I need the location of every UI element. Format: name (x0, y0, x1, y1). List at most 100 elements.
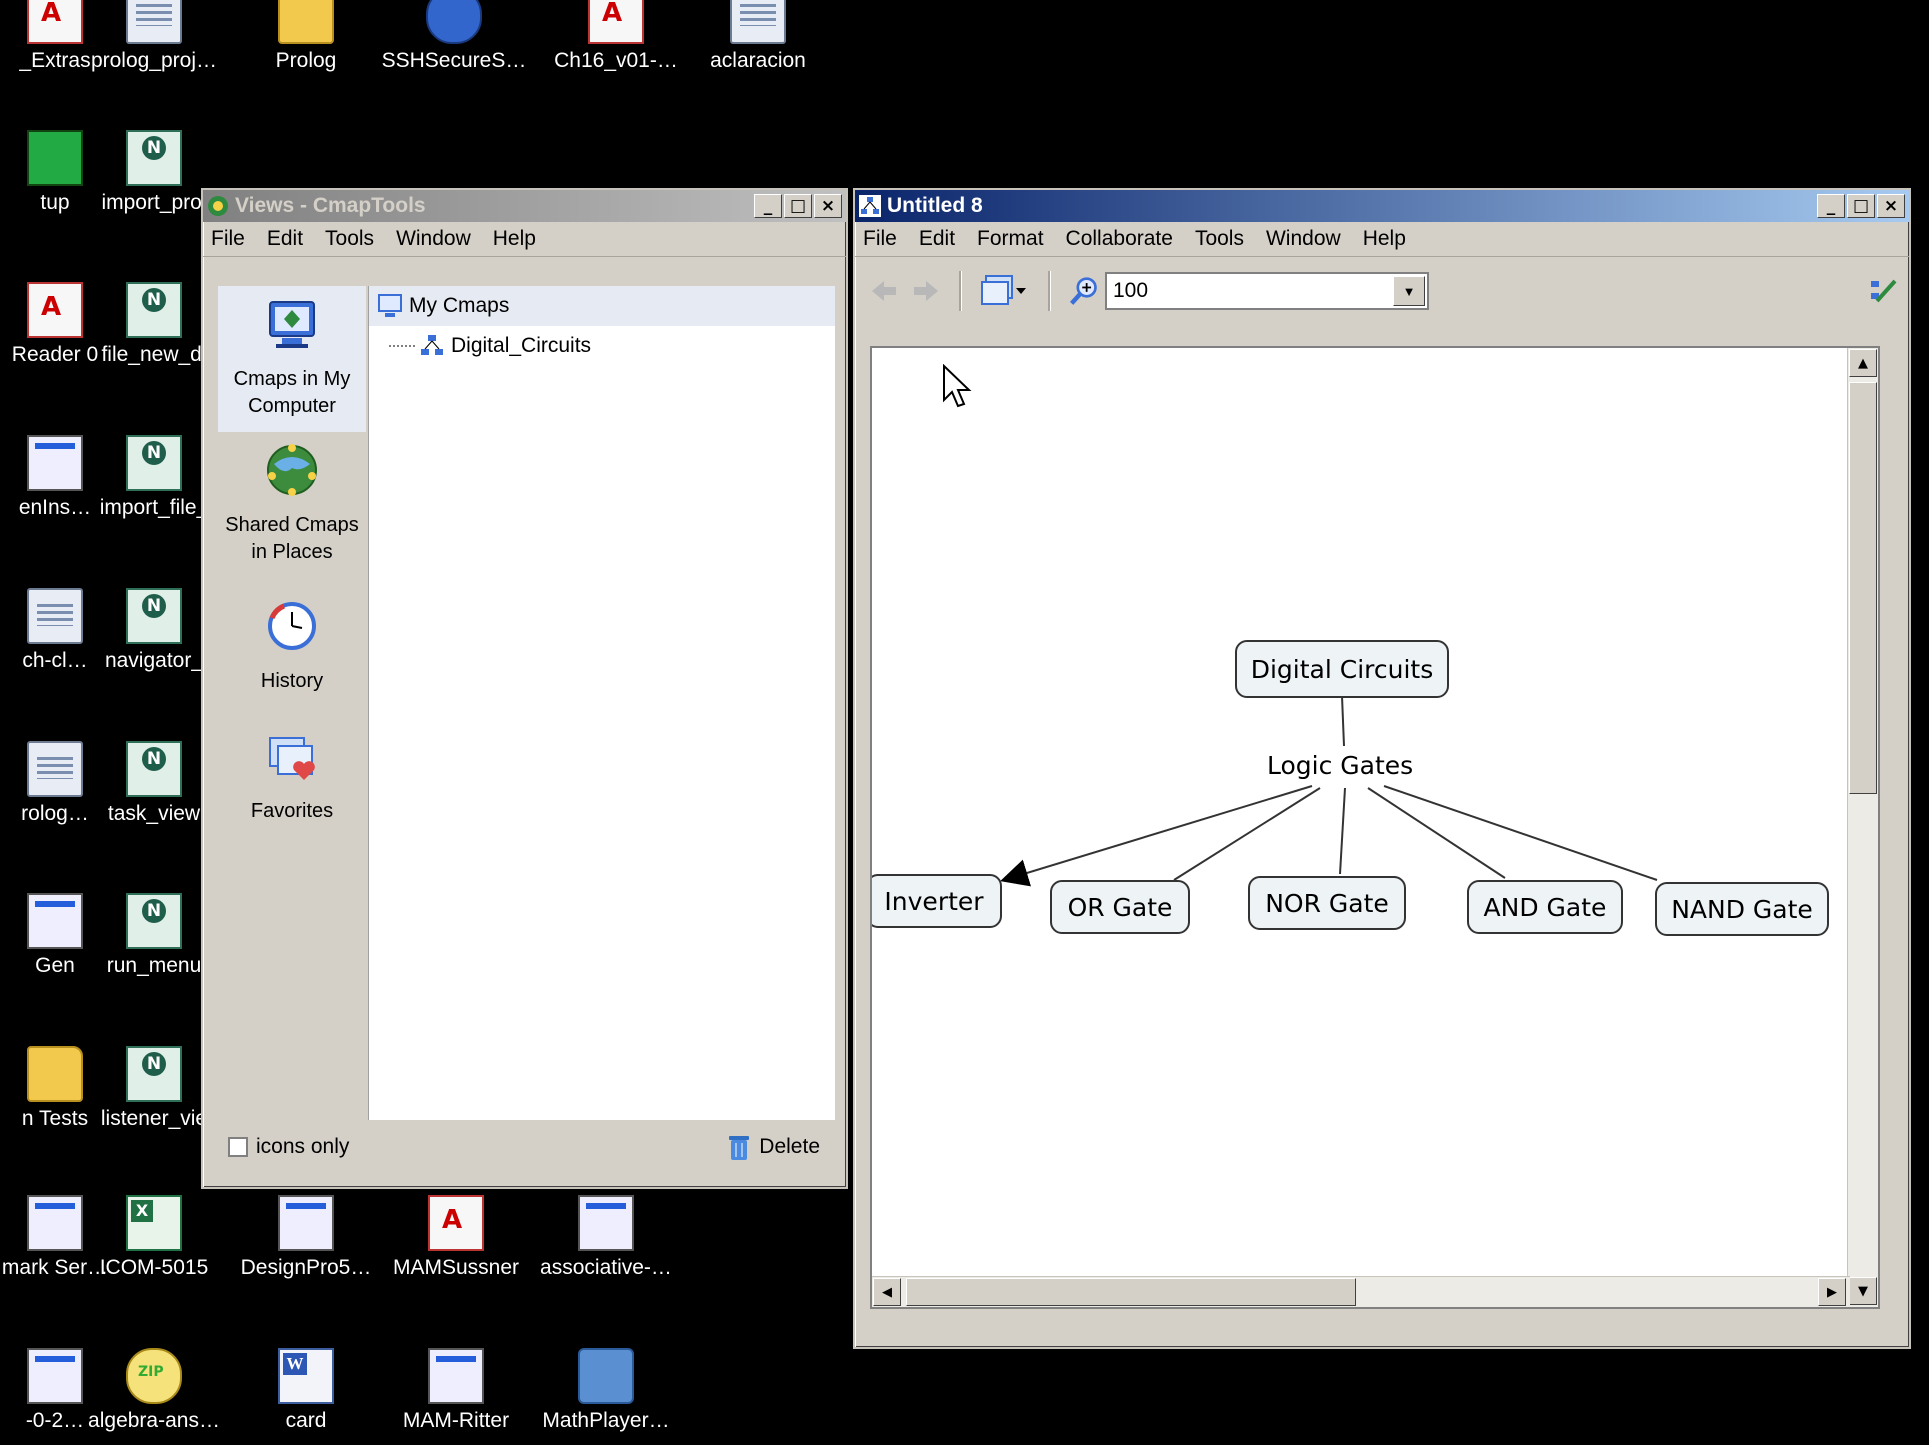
cmap-file-icon (421, 335, 443, 355)
desktop-icon-label: card (285, 1409, 327, 1432)
app-file-icon (428, 1348, 484, 1404)
desktop-icon[interactable]: MAM-Ritter (381, 1348, 531, 1434)
menu-collaborate[interactable]: Collaborate (1066, 227, 1173, 251)
edit-style-icon[interactable] (1869, 276, 1899, 306)
concept-and-gate[interactable]: AND Gate (1467, 880, 1623, 934)
maximize-button[interactable]: □ (784, 194, 812, 218)
concept-nor-gate[interactable]: NOR Gate (1248, 876, 1406, 930)
desktop-icon[interactable]: card (231, 1348, 381, 1434)
menu-file[interactable]: File (211, 227, 245, 251)
chevron-down-icon[interactable]: ▼ (1393, 276, 1425, 306)
menu-tools[interactable]: Tools (1195, 227, 1244, 251)
desktop-icon-label: Ch16_v01-… (554, 49, 678, 72)
map-titlebar[interactable]: Untitled 8 _ □ × (855, 190, 1909, 222)
desktop-icon-label: SSHSecureS… (381, 49, 527, 72)
word-file-icon (278, 1348, 334, 1404)
maximize-button[interactable]: □ (1847, 194, 1875, 218)
my-cmaps-icon (378, 294, 402, 317)
doc-file-icon (730, 0, 786, 44)
forward-arrow-icon[interactable] (911, 276, 941, 306)
concept-or-gate[interactable]: OR Gate (1050, 880, 1190, 934)
menu-help[interactable]: Help (1363, 227, 1406, 251)
folder-file-icon (27, 1046, 83, 1102)
nav-favorites[interactable]: Favorites (218, 718, 366, 858)
delete-button[interactable]: Delete (727, 1132, 820, 1162)
linking-phrase-logic-gates[interactable]: Logic Gates (1267, 751, 1414, 780)
setup-file-icon (27, 130, 83, 186)
desktop-icon[interactable]: MAMSussner (381, 1195, 531, 1281)
close-button[interactable]: × (814, 194, 842, 218)
computer-icon (269, 301, 315, 348)
scroll-up-icon[interactable]: ▲ (1849, 349, 1877, 377)
desktop-icon-label: ICOM-5015 (99, 1256, 209, 1279)
link-root-to-phrase (1341, 695, 1345, 747)
zip-file-icon (126, 1348, 182, 1404)
desktop-icon[interactable]: Prolog (231, 0, 381, 74)
app-file-icon (27, 1348, 83, 1404)
desktop-icon-label: MathPlayer… (542, 1409, 670, 1432)
net-file-icon (126, 282, 182, 338)
menu-file[interactable]: File (863, 227, 897, 251)
icons-only-checkbox[interactable] (228, 1137, 248, 1157)
views-menubar: File Edit Tools Window Help (203, 222, 846, 257)
app-file-icon (578, 1195, 634, 1251)
scroll-left-icon[interactable]: ◀ (873, 1278, 901, 1306)
clock-icon (268, 602, 316, 650)
scroll-down-icon[interactable]: ▼ (1849, 1277, 1877, 1305)
nav-label: History (260, 670, 324, 692)
menu-format[interactable]: Format (977, 227, 1044, 251)
close-button[interactable]: × (1877, 194, 1905, 218)
nav-shared-cmaps-in-places[interactable]: Shared Cmaps in Places (218, 432, 366, 588)
map-canvas[interactable]: Digital Circuits Logic Gates Inverter OR… (870, 346, 1880, 1309)
horizontal-scroll-thumb[interactable] (906, 1278, 1356, 1306)
favorites-icon (269, 737, 315, 780)
views-left-nav: Cmaps in My Computer Shared Cmaps in Pla… (218, 286, 366, 1120)
minimize-button[interactable]: _ (1817, 194, 1845, 218)
trash-icon (729, 1136, 750, 1160)
vertical-scroll-thumb[interactable] (1849, 382, 1877, 794)
horizontal-scrollbar[interactable]: ◀ ▶ (872, 1276, 1850, 1307)
back-arrow-icon[interactable] (869, 276, 899, 306)
tree-root-label: My Cmaps (409, 294, 510, 317)
vertical-scrollbar[interactable]: ▲ ▼ (1847, 348, 1878, 1307)
pdf-file-icon (27, 282, 83, 338)
nav-history[interactable]: History (218, 588, 366, 718)
menu-edit[interactable]: Edit (919, 227, 955, 251)
desktop-icon-label: DesignPro5… (240, 1256, 372, 1279)
map-window-title: Untitled 8 (887, 194, 983, 217)
concept-digital-circuits[interactable]: Digital Circuits (1235, 640, 1449, 698)
tree-item-digital-circuits[interactable]: Digital_Circuits (369, 326, 835, 366)
desktop-icon[interactable]: algebra-ans… (79, 1348, 229, 1434)
nav-cmaps-in-my-computer[interactable]: Cmaps in My Computer (218, 286, 366, 432)
minimize-button[interactable]: _ (754, 194, 782, 218)
views-titlebar[interactable]: Views - CmapTools _ □ × (203, 190, 846, 222)
desktop-icon[interactable]: MathPlayer… (531, 1348, 681, 1434)
menu-tools[interactable]: Tools (325, 227, 374, 251)
tree-child-label: Digital_Circuits (451, 334, 592, 357)
app-file-icon (27, 1195, 83, 1251)
concept-inverter[interactable]: Inverter (872, 874, 1002, 928)
scroll-right-icon[interactable]: ▶ (1818, 1278, 1846, 1306)
views-window: Views - CmapTools _ □ × File Edit Tools … (201, 188, 848, 1189)
tree-item-my-cmaps[interactable]: My Cmaps (369, 286, 835, 326)
concept-nand-gate[interactable]: NAND Gate (1655, 882, 1829, 936)
pdf-file-icon (588, 0, 644, 44)
menu-window[interactable]: Window (396, 227, 471, 251)
desktop-icon[interactable]: ICOM-5015 (79, 1195, 229, 1281)
nav-label: Shared Cmaps in Places (225, 514, 359, 563)
view-options-icon[interactable] (980, 275, 1030, 306)
toolbar-separator (959, 271, 962, 311)
desktop-icon-label: MAM-Ritter (402, 1409, 510, 1432)
cmap-tree: My Cmaps Digital_Circuits (368, 286, 835, 1120)
zoom-select[interactable]: 100 ▼ (1105, 272, 1429, 310)
menu-window[interactable]: Window (1266, 227, 1341, 251)
menu-edit[interactable]: Edit (267, 227, 303, 251)
desktop-icon[interactable]: associative-… (531, 1195, 681, 1281)
desktop-icon[interactable]: DesignPro5… (231, 1195, 381, 1281)
link-phrase-to-and (1367, 787, 1506, 879)
desktop-icon[interactable]: aclaracion (683, 0, 833, 74)
desktop-icon[interactable]: Ch16_v01-… (541, 0, 691, 74)
desktop-icon[interactable]: SSHSecureS… (379, 0, 529, 74)
menu-help[interactable]: Help (493, 227, 536, 251)
desktop-icon[interactable]: prolog_proj… (79, 0, 229, 74)
